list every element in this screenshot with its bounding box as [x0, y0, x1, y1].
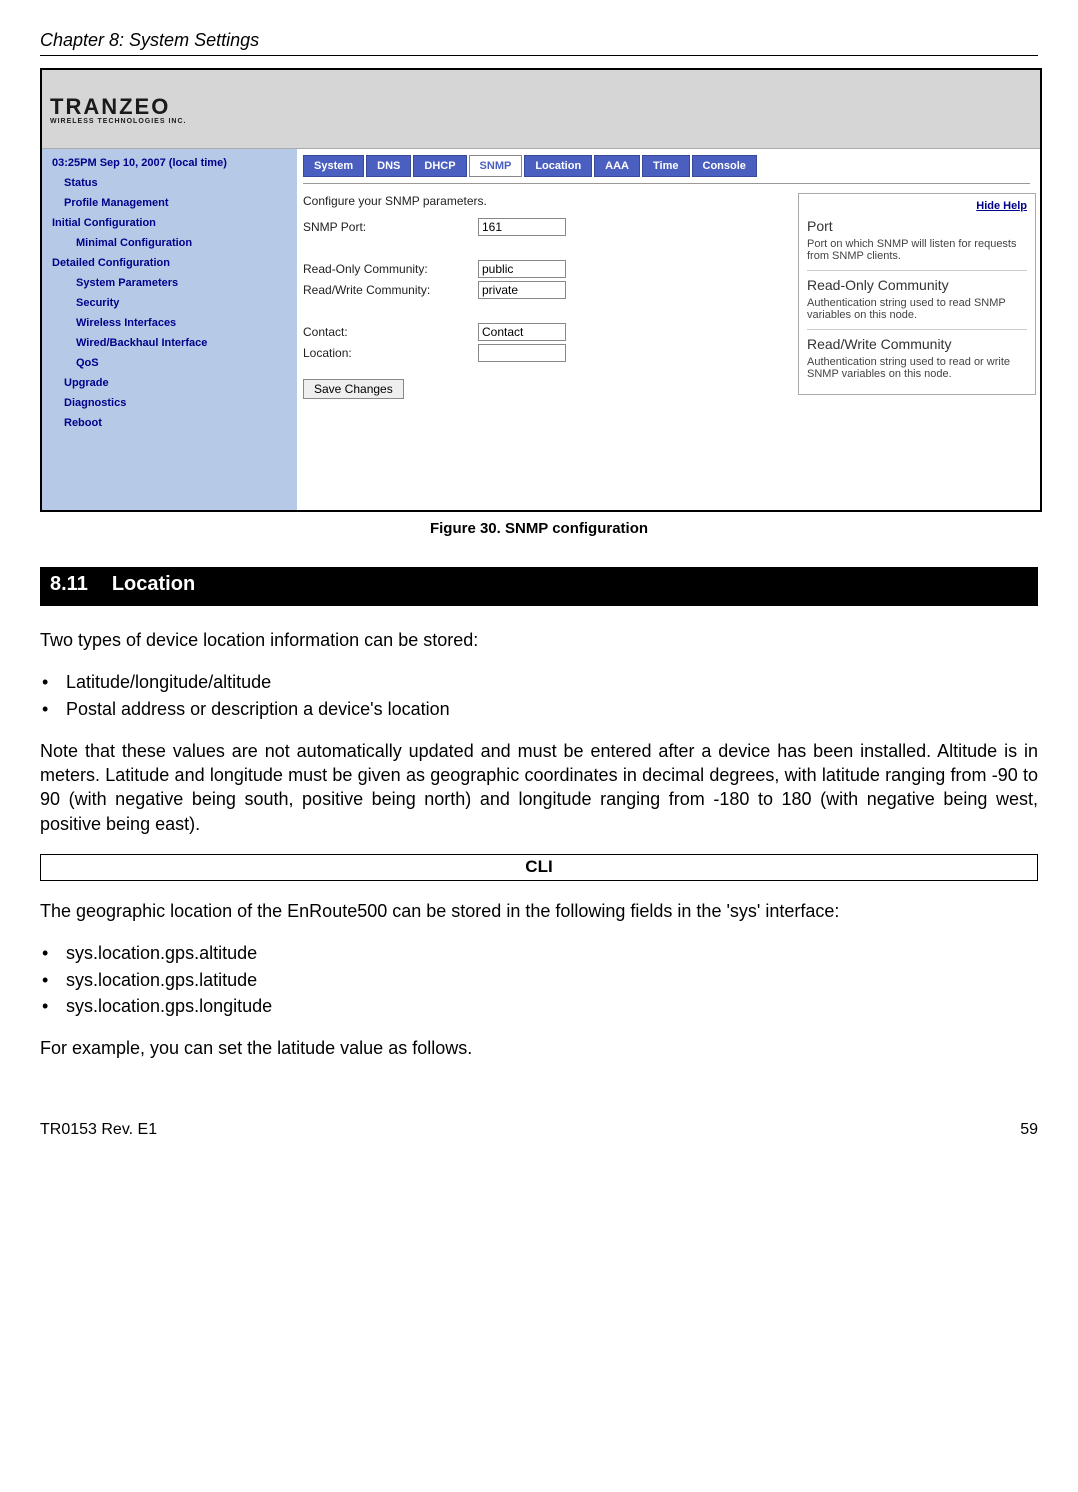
help-ro-heading: Read-Only Community — [807, 277, 1027, 293]
help-port-text: Port on which SNMP will listen for reque… — [807, 238, 1027, 262]
para-cli-intro: The geographic location of the EnRoute50… — [40, 899, 1038, 923]
sidebar-item-system-params[interactable]: System Parameters — [42, 273, 297, 293]
chapter-header: Chapter 8: System Settings — [40, 30, 1038, 51]
header-rule — [40, 55, 1038, 56]
rw-community-label: Read/Write Community: — [303, 283, 478, 297]
sidebar-item-upgrade[interactable]: Upgrade — [42, 373, 297, 393]
logo-bar: TRANZEO WIRELESS TECHNOLOGIES INC. — [42, 70, 1040, 149]
list-item: Postal address or description a device's… — [66, 697, 1038, 721]
snmp-screenshot: TRANZEO WIRELESS TECHNOLOGIES INC. 03:25… — [40, 68, 1042, 512]
para-intro: Two types of device location information… — [40, 628, 1038, 652]
page-footer: TR0153 Rev. E1 59 — [40, 1121, 1038, 1139]
contact-input[interactable] — [478, 323, 566, 341]
sidebar-item-status[interactable]: Status — [42, 173, 297, 193]
sidebar-item-qos[interactable]: QoS — [42, 353, 297, 373]
list-item: sys.location.gps.altitude — [66, 941, 1038, 965]
ro-community-label: Read-Only Community: — [303, 262, 478, 276]
ro-community-input[interactable] — [478, 260, 566, 278]
main-panel: System DNS DHCP SNMP Location AAA Time C… — [297, 149, 1040, 511]
sidebar-item-wireless[interactable]: Wireless Interfaces — [42, 313, 297, 333]
para-note: Note that these values are not automatic… — [40, 739, 1038, 836]
section-title: Location — [112, 573, 195, 596]
section-banner: 8.11 Location — [40, 567, 1038, 606]
rw-community-input[interactable] — [478, 281, 566, 299]
sidebar-datetime: 03:25PM Sep 10, 2007 (local time) — [42, 153, 297, 173]
tab-location[interactable]: Location — [524, 155, 592, 177]
figure-caption: Figure 30. SNMP configuration — [40, 520, 1038, 537]
sidebar-item-wired-backhaul[interactable]: Wired/Backhaul Interface — [42, 333, 297, 353]
help-port-heading: Port — [807, 218, 1027, 234]
tab-row: System DNS DHCP SNMP Location AAA Time C… — [303, 155, 1030, 177]
tab-aaa[interactable]: AAA — [594, 155, 640, 177]
help-rw-heading: Read/Write Community — [807, 336, 1027, 352]
cli-heading-box: CLI — [40, 854, 1038, 881]
sidebar-item-diagnostics[interactable]: Diagnostics — [42, 393, 297, 413]
tab-time[interactable]: Time — [642, 155, 689, 177]
tab-dns[interactable]: DNS — [366, 155, 411, 177]
logo-subtext: WIRELESS TECHNOLOGIES INC. — [50, 118, 186, 125]
location-input[interactable] — [478, 344, 566, 362]
sidebar-item-reboot[interactable]: Reboot — [42, 413, 297, 433]
save-changes-button[interactable]: Save Changes — [303, 379, 404, 399]
list-item: sys.location.gps.latitude — [66, 968, 1038, 992]
help-rw-text: Authentication string used to read or wr… — [807, 356, 1027, 380]
tab-console[interactable]: Console — [692, 155, 757, 177]
tab-snmp[interactable]: SNMP — [469, 155, 523, 177]
logo-text: TRANZEO — [50, 94, 170, 119]
snmp-port-label: SNMP Port: — [303, 220, 478, 234]
section-number: 8.11 — [50, 573, 88, 596]
para-example: For example, you can set the latitude va… — [40, 1036, 1038, 1060]
bullets-location-types: Latitude/longitude/altitude Postal addre… — [40, 670, 1038, 721]
sidebar-item-initial-config[interactable]: Initial Configuration — [42, 213, 297, 233]
bullets-sys-fields: sys.location.gps.altitude sys.location.g… — [40, 941, 1038, 1018]
location-label: Location: — [303, 346, 478, 360]
help-panel: Hide Help Port Port on which SNMP will l… — [798, 193, 1036, 395]
contact-label: Contact: — [303, 325, 478, 339]
tab-dhcp[interactable]: DHCP — [413, 155, 466, 177]
sidebar-item-security[interactable]: Security — [42, 293, 297, 313]
hide-help-link[interactable]: Hide Help — [807, 200, 1027, 212]
sidebar-item-minimal-config[interactable]: Minimal Configuration — [42, 233, 297, 253]
footer-doc-rev: TR0153 Rev. E1 — [40, 1121, 157, 1139]
help-ro-text: Authentication string used to read SNMP … — [807, 297, 1027, 321]
sidebar-item-detailed-config[interactable]: Detailed Configuration — [42, 253, 297, 273]
sidebar-item-profile[interactable]: Profile Management — [42, 193, 297, 213]
list-item: Latitude/longitude/altitude — [66, 670, 1038, 694]
snmp-port-input[interactable] — [478, 218, 566, 236]
sidebar: 03:25PM Sep 10, 2007 (local time) Status… — [42, 149, 297, 511]
logo: TRANZEO WIRELESS TECHNOLOGIES INC. — [50, 94, 186, 125]
tab-system[interactable]: System — [303, 155, 364, 177]
list-item: sys.location.gps.longitude — [66, 994, 1038, 1018]
footer-page-number: 59 — [1020, 1121, 1038, 1139]
